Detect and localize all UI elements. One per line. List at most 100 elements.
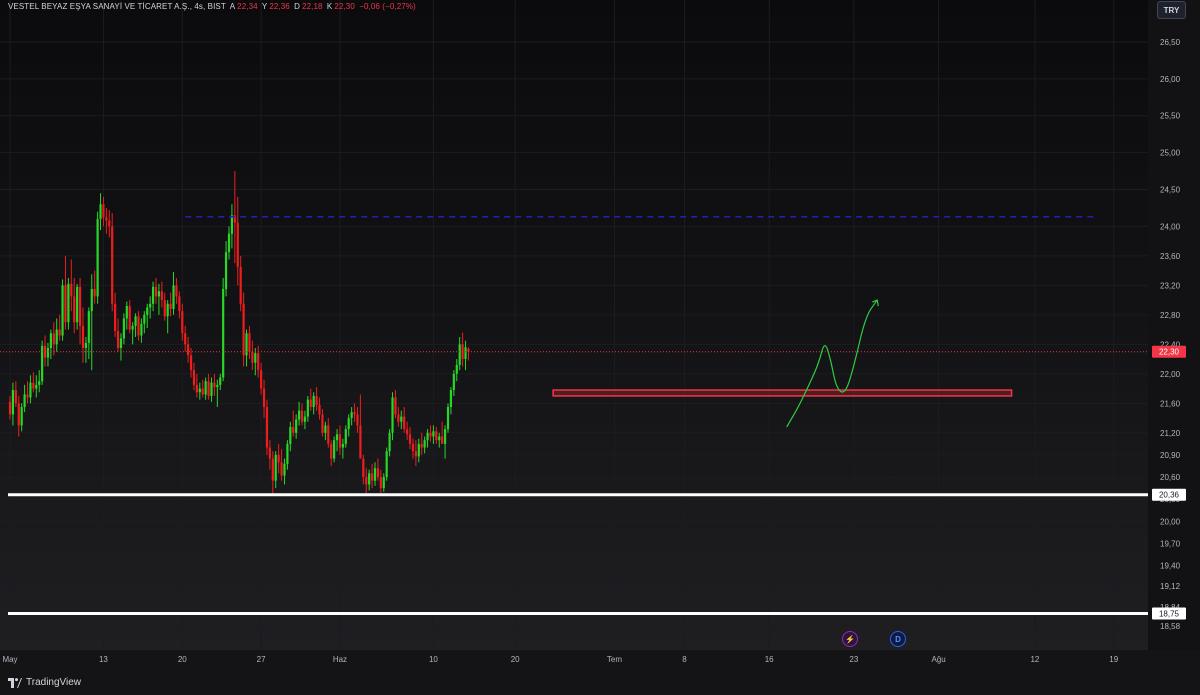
candle-body [344,429,347,444]
candle-body [207,381,210,396]
candle-body [373,468,377,481]
support-price-label: 20,36 [1159,491,1180,500]
candle-body [151,286,155,304]
time-tick-label: 19 [1109,655,1118,664]
candle-body [90,289,93,312]
candle-body [394,397,397,415]
candle-body [114,303,117,332]
price-tick-label: 22,80 [1160,311,1181,320]
price-tick-label: 19,40 [1160,562,1181,571]
price-tick-label: 25,50 [1160,112,1181,121]
candle-body [262,388,266,407]
candle-body [64,285,67,323]
time-tick-label: 12 [1030,655,1039,664]
candle-body [452,373,455,391]
candle-body [289,426,292,444]
candle-body [441,436,444,444]
candle-body [230,215,234,234]
candle-body [286,443,289,464]
candle-body [306,399,309,417]
candle-body [414,451,417,457]
candle-body [432,431,435,437]
support-price-label: 18,75 [1159,609,1180,618]
time-tick-label: 23 [849,655,858,664]
price-tick-label: 19,70 [1160,539,1181,548]
candle-body [324,425,327,433]
candle-body [125,305,128,319]
candle-body [321,414,324,433]
candle-body [350,412,353,419]
dividend-icon[interactable]: D [890,631,906,647]
candle-body [438,436,441,441]
candle-body [446,407,450,430]
candle-body [449,390,453,407]
candle-body [26,394,29,398]
candle-body [257,353,260,371]
candle-body [423,440,426,448]
brand-name: TradingView [26,677,82,688]
candle-body [81,325,85,349]
candle-body [356,414,359,426]
candle-body [429,432,432,437]
candle-body [309,399,312,407]
time-tick-label: 10 [429,655,438,664]
symbol-name[interactable]: VESTEL BEYAZ EŞYA SANAYİ VE TİCARET A.Ş.… [8,2,226,11]
price-tick-label: 26,50 [1160,38,1181,47]
lightning-icon[interactable]: ⚡ [842,631,858,647]
candle-body [295,419,298,433]
close-value: 22,30 [334,2,355,11]
time-tick-label: Ağu [931,655,945,664]
candle-body [359,425,362,459]
candle-body [274,454,277,481]
open-label: A [229,2,236,11]
candle-body [210,382,213,396]
candle-body [17,403,20,426]
candle-body [388,432,391,452]
candle-body [99,204,102,219]
price-tick-label: 25,00 [1160,149,1181,158]
candle-body [55,329,58,345]
time-tick-label: 13 [99,655,108,664]
price-tick-label: 20,90 [1160,451,1181,460]
candle-body [134,316,137,326]
candle-body [169,303,172,309]
candle-body [385,451,388,478]
candle-body [38,381,41,385]
candle-body [362,458,365,478]
candle-body [420,443,423,448]
candle-body [119,338,123,349]
candle-body [67,283,70,323]
candle-body [49,333,52,349]
candle-body [242,303,245,356]
candle-body [175,285,178,297]
tradingview-logo[interactable]: TradingView [8,677,81,688]
candle-body [333,440,336,459]
candle-body [458,344,461,365]
candle-body [251,351,254,363]
candle-body [184,333,187,345]
candle-body [365,477,368,485]
candle-body [379,477,382,489]
price-tick-label: 21,60 [1160,399,1181,408]
time-tick-label: Haz [333,655,347,664]
candle-body [224,252,228,290]
currency-button[interactable]: TRY [1157,1,1186,19]
candle-body [61,285,64,336]
candle-body [318,404,321,415]
candle-body [32,382,35,389]
price-tick-label: 24,50 [1160,185,1181,194]
candle-body [216,384,219,388]
candle-body [277,454,280,463]
candle-body [239,266,242,304]
candle-body [195,384,198,393]
candle-body [108,220,111,227]
candles-layer [8,171,470,496]
candle-body [408,434,412,444]
candle-body [172,285,175,309]
candle-body [406,429,409,435]
candle-body [157,291,161,297]
price-tick-label: 23,20 [1160,281,1181,290]
candle-body [315,395,318,405]
candle-body [368,473,371,485]
candle-body [391,397,394,433]
